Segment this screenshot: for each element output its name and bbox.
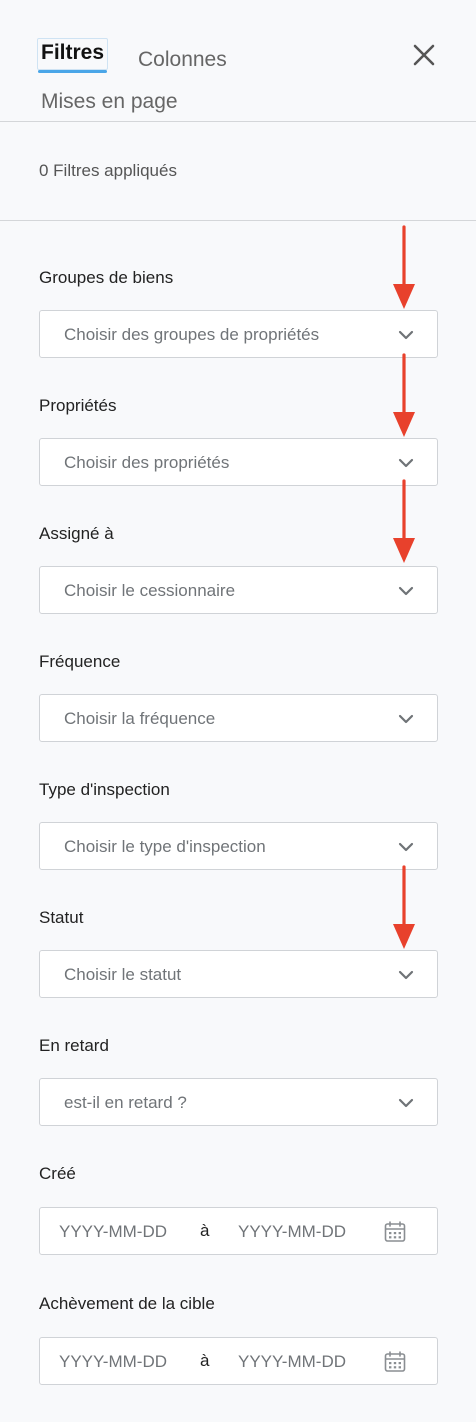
achevement-from-input[interactable]: YYYY-MM-DD	[59, 1352, 167, 1372]
close-icon	[413, 44, 435, 66]
type-label: Type d'inspection	[39, 780, 170, 799]
red-arrow-annotation	[393, 225, 415, 309]
tab-filtres[interactable]: Filtres	[37, 38, 109, 73]
type-placeholder: Choisir le type d'inspection	[64, 837, 266, 856]
retard-placeholder: est-il en retard ?	[64, 1093, 187, 1112]
retard-select[interactable]: est-il en retard ?	[39, 1078, 438, 1126]
chevron-down-icon	[398, 970, 414, 980]
assigne-placeholder: Choisir le cessionnaire	[64, 581, 236, 600]
type-select[interactable]: Choisir le type d'inspection	[39, 822, 438, 870]
chevron-down-icon	[398, 458, 414, 468]
retard-label: En retard	[39, 1036, 109, 1055]
chevron-down-icon	[398, 1098, 414, 1108]
proprietes-select[interactable]: Choisir des propriétés	[39, 438, 438, 486]
cree-date-range: YYYY-MM-DD à YYYY-MM-DD	[39, 1207, 438, 1255]
proprietes-placeholder: Choisir des propriétés	[64, 453, 230, 472]
red-arrow-annotation	[393, 479, 415, 563]
chevron-down-icon	[398, 714, 414, 724]
assigne-label: Assigné à	[39, 524, 114, 543]
close-button[interactable]	[409, 40, 439, 70]
calendar-icon[interactable]	[383, 1350, 407, 1374]
red-arrow-annotation	[393, 865, 415, 949]
divider	[0, 121, 476, 122]
groupes-select[interactable]: Choisir des groupes de propriétés	[39, 310, 438, 358]
achevement-date-range: YYYY-MM-DD à YYYY-MM-DD	[39, 1337, 438, 1385]
proprietes-label: Propriétés	[39, 396, 117, 415]
calendar-icon[interactable]	[383, 1220, 407, 1244]
achevement-label: Achèvement de la cible	[39, 1294, 215, 1313]
statut-label: Statut	[39, 908, 84, 927]
statut-select[interactable]: Choisir le statut	[39, 950, 438, 998]
assigne-select[interactable]: Choisir le cessionnaire	[39, 566, 438, 614]
tab-mises-en-page[interactable]: Mises en page	[41, 90, 178, 114]
frequence-label: Fréquence	[39, 652, 121, 671]
date-range-separator: à	[200, 1221, 210, 1240]
groupes-placeholder: Choisir des groupes de propriétés	[64, 325, 320, 344]
frequence-select[interactable]: Choisir la fréquence	[39, 694, 438, 742]
chevron-down-icon	[398, 330, 414, 340]
tab-colonnes[interactable]: Colonnes	[138, 48, 227, 72]
date-range-separator: à	[200, 1351, 210, 1370]
achevement-to-input[interactable]: YYYY-MM-DD	[238, 1352, 346, 1372]
tab-bar: Filtres Colonnes Mises en page	[0, 0, 476, 122]
frequence-placeholder: Choisir la fréquence	[64, 709, 216, 728]
statut-placeholder: Choisir le statut	[64, 965, 182, 984]
cree-from-input[interactable]: YYYY-MM-DD	[59, 1222, 167, 1242]
cree-to-input[interactable]: YYYY-MM-DD	[238, 1222, 346, 1242]
divider	[0, 220, 476, 221]
applied-filters-count: 0 Filtres appliqués	[39, 161, 177, 180]
cree-label: Créé	[39, 1164, 76, 1183]
chevron-down-icon	[398, 842, 414, 852]
red-arrow-annotation	[393, 353, 415, 437]
chevron-down-icon	[398, 586, 414, 596]
groupes-label: Groupes de biens	[39, 268, 174, 287]
